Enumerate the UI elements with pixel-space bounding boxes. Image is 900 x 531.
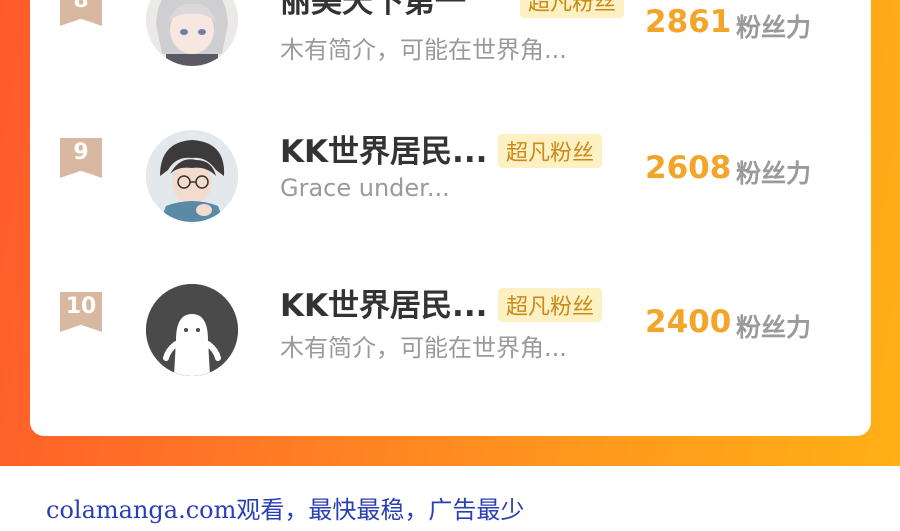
user-bio: 木有简介，可能在世界角... xyxy=(280,334,567,362)
user-name[interactable]: KK世界居民... xyxy=(280,280,487,325)
anime-boy-avatar-icon xyxy=(146,130,238,222)
ranking-row[interactable]: 10 KK世界居民... 超凡粉丝 木有简介，可能在世界角... 2400 粉丝… xyxy=(30,284,871,394)
user-name[interactable]: 丽美天下第一 xyxy=(280,0,466,21)
fan-power-label: 粉丝力 xyxy=(736,13,812,42)
default-ghost-avatar-icon xyxy=(146,284,238,376)
fan-power-label: 粉丝力 xyxy=(736,313,812,342)
watermark-text: colamanga.com观看，最快最稳，广告最少 xyxy=(46,496,525,524)
ranking-row[interactable]: 9 KK世界居民... 超凡粉丝 Grace under... 2608 粉丝力 xyxy=(30,130,871,240)
fan-ranking-card: 8 丽美天下第一 超凡粉丝 木有简介，可能在世界角... 2861 粉丝力 9 xyxy=(30,0,871,436)
fan-power-score: 2400 xyxy=(645,304,732,340)
fan-level-badge: 超凡粉丝 xyxy=(520,0,625,18)
fan-power-label: 粉丝力 xyxy=(736,159,812,188)
avatar[interactable] xyxy=(146,284,238,376)
avatar[interactable] xyxy=(146,130,238,222)
user-bio: 木有简介，可能在世界角... xyxy=(280,36,567,64)
avatar[interactable] xyxy=(146,0,238,66)
fan-level-badge: 超凡粉丝 xyxy=(498,288,603,322)
user-bio: Grace under... xyxy=(280,174,450,202)
fan-power-score: 2608 xyxy=(645,150,732,186)
rank-badge: 10 xyxy=(60,292,102,332)
user-name[interactable]: KK世界居民... xyxy=(280,126,487,171)
rank-badge: 8 xyxy=(60,0,102,26)
fan-power-score: 2861 xyxy=(645,4,732,40)
rank-badge: 9 xyxy=(60,138,102,178)
anime-girl-avatar-icon xyxy=(146,0,238,66)
ranking-row[interactable]: 8 丽美天下第一 超凡粉丝 木有简介，可能在世界角... 2861 粉丝力 xyxy=(30,0,871,94)
fan-level-badge: 超凡粉丝 xyxy=(498,134,603,168)
